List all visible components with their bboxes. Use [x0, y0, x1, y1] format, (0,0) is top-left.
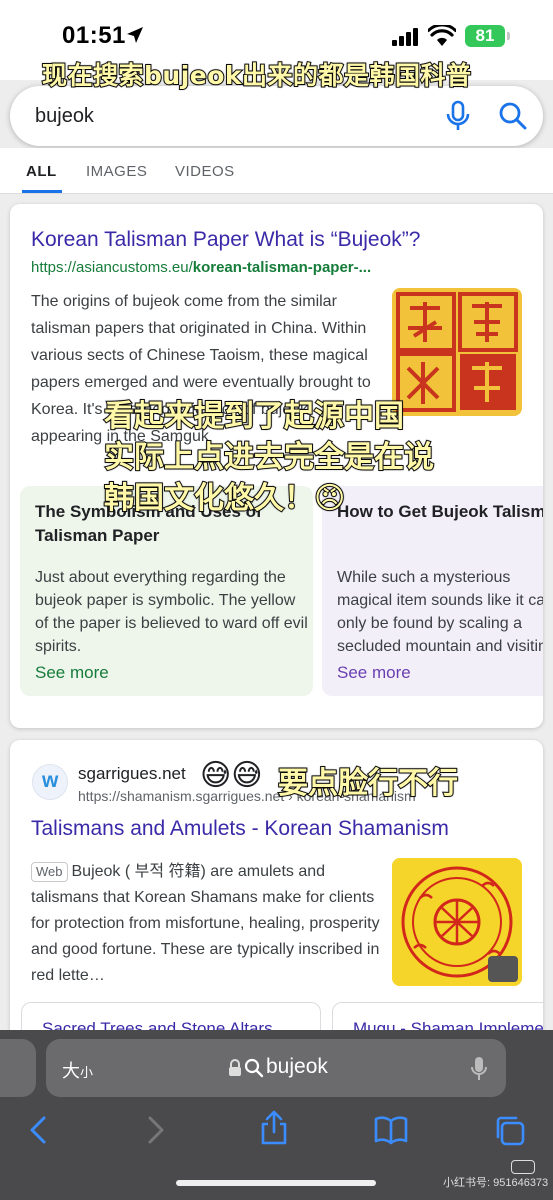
- caption-line: 看起来提到了起源中国: [103, 398, 405, 435]
- image-badge-icon: [488, 956, 518, 982]
- previous-tab-pill[interactable]: [0, 1039, 36, 1097]
- text-size-small: 小: [80, 1065, 94, 1080]
- result-title-link[interactable]: Korean Talisman Paper What is “Bujeok”?: [31, 228, 420, 252]
- back-icon[interactable]: [28, 1115, 48, 1145]
- result-title-link[interactable]: Talismans and Amulets - Korean Shamanism: [31, 817, 449, 841]
- tabs-icon[interactable]: [494, 1115, 526, 1147]
- tab-videos[interactable]: VIDEOS: [175, 163, 235, 180]
- result-url-base: https://asiancustoms.eu/: [31, 259, 193, 276]
- microphone-icon[interactable]: [444, 100, 472, 132]
- active-tab-indicator: [22, 190, 62, 193]
- see-more-link[interactable]: See more: [337, 663, 411, 683]
- tab-images[interactable]: IMAGES: [86, 163, 147, 180]
- search-box[interactable]: bujeok: [10, 86, 543, 146]
- bookmarks-icon[interactable]: [374, 1115, 408, 1145]
- address-bar[interactable]: 大小 bujeok: [46, 1039, 506, 1097]
- result-snippet: Web Bujeok ( 부적 符籍) are amulets and talis…: [31, 859, 381, 989]
- result-card-2: w sgarrigues.net https://shamanism.sgarr…: [10, 740, 543, 1070]
- search-tabs: ALL IMAGES VIDEOS: [0, 148, 553, 194]
- overlay-caption-top: 现在搜索bujeok出来的都是韩国科普: [41, 60, 472, 91]
- result-url-path: korean-talisman-paper-...: [192, 259, 372, 276]
- see-more-link[interactable]: See more: [35, 663, 109, 683]
- result-snippet-text: Bujeok ( 부적 符籍) are amulets and talisman…: [31, 863, 380, 984]
- status-time: 01:51: [62, 22, 126, 49]
- caption-line: 韩国文化悠久！😠: [103, 480, 346, 517]
- share-icon[interactable]: [258, 1110, 290, 1146]
- microphone-icon[interactable]: [470, 1056, 488, 1082]
- location-arrow-icon: [127, 27, 143, 43]
- text-size-large: 大: [62, 1061, 80, 1081]
- address-text[interactable]: bujeok: [266, 1055, 328, 1079]
- related-card-body: Just about everything regarding the buje…: [35, 569, 308, 655]
- home-indicator[interactable]: [176, 1180, 376, 1186]
- search-icon: [244, 1058, 264, 1078]
- tab-all[interactable]: ALL: [26, 163, 57, 180]
- search-input[interactable]: bujeok: [35, 105, 94, 128]
- overlay-caption-lower: 要点脸行不行: [277, 765, 459, 802]
- result-site-name[interactable]: sgarrigues.net: [78, 764, 186, 784]
- related-card-body: While such a mysterious magical item sou…: [337, 569, 543, 655]
- result-url[interactable]: https://asiancustoms.eu/korean-talisman-…: [31, 259, 371, 276]
- overlay-caption-mid: 看起来提到了起源中国 实际上点进去完全是在说 韩国文化悠久！😠: [103, 396, 435, 519]
- text-size-button[interactable]: 大小: [62, 1057, 93, 1083]
- wifi-icon: [428, 25, 456, 46]
- watermark: 小红书号: 951646373: [443, 1177, 549, 1189]
- amulet-thumbnail[interactable]: [392, 858, 522, 986]
- forward-icon[interactable]: [146, 1115, 166, 1145]
- xiaohongshu-logo: [511, 1160, 535, 1174]
- site-favicon: w: [32, 764, 68, 800]
- search-icon[interactable]: [498, 100, 528, 132]
- battery-indicator: 81: [465, 25, 505, 47]
- overlay-emoji: 😅😅: [200, 759, 263, 792]
- cellular-signal-icon: [392, 28, 418, 46]
- web-badge: Web: [31, 862, 68, 882]
- battery-tip: [507, 32, 510, 40]
- lock-icon: [229, 1059, 241, 1076]
- caption-line: 实际上点进去完全是在说: [103, 439, 435, 476]
